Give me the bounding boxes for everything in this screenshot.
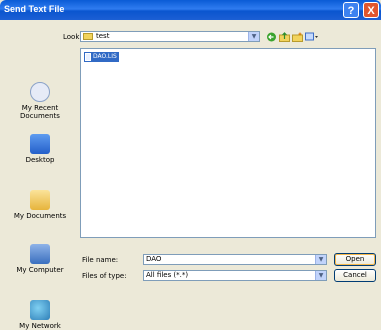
file-list[interactable]: DAO.LIS — [80, 48, 376, 238]
file-name: DAO.LIS — [93, 53, 117, 60]
file-name-value: DAO — [146, 255, 162, 263]
file-name-input[interactable]: DAO ▼ — [143, 254, 327, 265]
view-menu-icon[interactable] — [305, 32, 319, 42]
recent-documents-icon — [30, 82, 50, 102]
places-bar: My Recent Documents Desktop My Documents… — [0, 50, 78, 330]
my-network-icon — [30, 300, 50, 320]
help-button[interactable]: ? — [343, 2, 359, 18]
window-title: Send Text File — [4, 4, 65, 14]
my-documents-icon — [30, 190, 50, 210]
folder-icon — [83, 33, 93, 40]
chevron-down-icon[interactable]: ▼ — [248, 32, 259, 41]
up-folder-icon[interactable] — [279, 32, 290, 42]
place-label: Desktop — [25, 156, 55, 164]
desktop-icon — [30, 134, 50, 154]
place-my-computer[interactable]: My Computer — [5, 244, 75, 274]
place-recent-documents[interactable]: My Recent Documents — [5, 82, 75, 120]
my-computer-icon — [30, 244, 50, 264]
place-label: My Documents — [13, 212, 67, 220]
file-name-label: File name: — [82, 256, 119, 264]
chevron-down-icon[interactable]: ▼ — [315, 255, 326, 264]
open-button[interactable]: Open — [334, 253, 376, 266]
close-button[interactable]: X — [363, 2, 379, 18]
look-in-value: test — [96, 32, 110, 40]
title-bar[interactable]: Send Text File ? X — [0, 0, 381, 20]
place-label: My Network — [19, 322, 61, 330]
list-item[interactable]: DAO.LIS — [84, 52, 119, 62]
file-type-label: Files of type: — [82, 272, 127, 280]
place-desktop[interactable]: Desktop — [5, 134, 75, 164]
place-label: My Computer — [16, 266, 64, 274]
place-label: My Recent Documents — [20, 104, 60, 120]
file-type-select[interactable]: All files (*.*) ▼ — [143, 270, 327, 281]
look-in-dropdown[interactable]: test ▼ — [80, 31, 260, 42]
cancel-button[interactable]: Cancel — [334, 269, 376, 282]
new-folder-icon[interactable] — [292, 32, 303, 42]
place-my-documents[interactable]: My Documents — [5, 190, 75, 220]
chevron-down-icon[interactable]: ▼ — [315, 271, 326, 280]
file-type-value: All files (*.*) — [146, 271, 189, 279]
text-file-icon — [85, 53, 91, 61]
back-icon[interactable] — [266, 32, 277, 42]
place-my-network[interactable]: My Network — [5, 300, 75, 330]
